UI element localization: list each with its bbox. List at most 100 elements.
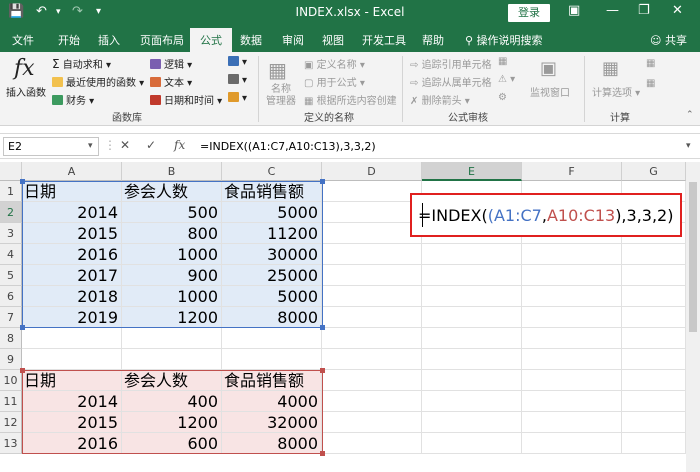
range-resize-handle[interactable] [320,179,325,184]
cell-a4[interactable]: 2016 [22,244,122,265]
select-all-corner[interactable] [0,162,22,181]
cancel-icon[interactable]: ✕ [120,138,130,152]
column-header-e[interactable]: E [422,162,522,181]
cell-a6[interactable]: 2018 [22,286,122,307]
cell-b1[interactable]: 参会人数 [122,181,222,202]
cell-b4[interactable]: 1000 [122,244,222,265]
logical-button[interactable]: 逻辑 ▾ [150,56,192,71]
minimize-icon[interactable]: — [606,3,619,18]
column-header-d[interactable]: D [322,162,422,181]
cell-g7[interactable] [622,307,686,328]
cell-g5[interactable] [622,265,686,286]
calc-sheet-icon[interactable]: ▦ [646,78,655,89]
range-resize-handle[interactable] [20,368,25,373]
cell-e4[interactable] [422,244,522,265]
cell-c4[interactable]: 30000 [222,244,322,265]
row-header-4[interactable]: 4 [0,244,22,265]
formula-edit-highlight[interactable]: =INDEX((A1:C7,A10:C13),3,3,2) [410,193,682,237]
cell-d7[interactable] [322,307,422,328]
cell-c11[interactable]: 4000 [222,391,322,412]
column-header-f[interactable]: F [522,162,622,181]
cell-a5[interactable]: 2017 [22,265,122,286]
more-functions-button[interactable]: ▾ [228,92,247,104]
cell-a2[interactable]: 2014 [22,202,122,223]
cell-f11[interactable] [522,391,622,412]
cell-a8[interactable] [22,328,122,349]
close-icon[interactable]: ✕ [672,3,683,18]
cell-c1[interactable]: 食品销售额 [222,181,322,202]
cell-a7[interactable]: 2019 [22,307,122,328]
tab-file[interactable]: 文件 [12,32,34,48]
cell-e13[interactable] [422,433,522,454]
cell-g9[interactable] [622,349,686,370]
define-name-button[interactable]: ▣ 定义名称 ▾ [304,56,365,71]
math-button[interactable]: ▾ [228,74,247,86]
cell-e7[interactable] [422,307,522,328]
column-header-c[interactable]: C [222,162,322,181]
range-resize-handle[interactable] [320,325,325,330]
cell-e10[interactable] [422,370,522,391]
remove-arrows-button[interactable]: ✗ 删除箭头 ▾ [410,92,470,107]
fx-icon[interactable]: fx [14,56,35,81]
tab-review[interactable]: 审阅 [282,32,304,48]
cell-c10[interactable]: 食品销售额 [222,370,322,391]
enter-icon[interactable]: ✓ [146,138,156,152]
cell-b2[interactable]: 500 [122,202,222,223]
cell-d6[interactable] [322,286,422,307]
insert-function-icon[interactable]: fx [174,138,185,152]
cell-g4[interactable] [622,244,686,265]
restore-icon[interactable]: ❐ [638,3,650,18]
cell-b9[interactable] [122,349,222,370]
cell-b10[interactable]: 参会人数 [122,370,222,391]
cell-d8[interactable] [322,328,422,349]
cell-c2[interactable]: 5000 [222,202,322,223]
cell-g11[interactable] [622,391,686,412]
cell-b13[interactable]: 600 [122,433,222,454]
recent-functions-button[interactable]: 最近使用的函数 ▾ [52,74,144,89]
date-time-button[interactable]: 日期和时间 ▾ [150,92,222,107]
cell-f10[interactable] [522,370,622,391]
row-header-8[interactable]: 8 [0,328,22,349]
calculation-options-button[interactable]: 计算选项 ▾ [592,84,640,99]
cell-b11[interactable]: 400 [122,391,222,412]
trace-precedents-button[interactable]: ⇨ 追踪引用单元格 [410,56,492,71]
tab-developer[interactable]: 开发工具 [362,32,406,48]
cell-c6[interactable]: 5000 [222,286,322,307]
row-header-13[interactable]: 13 [0,433,22,454]
evaluate-formula-icon[interactable]: ⚙ [498,92,507,103]
cell-g6[interactable] [622,286,686,307]
cell-g10[interactable] [622,370,686,391]
cell-b3[interactable]: 800 [122,223,222,244]
cell-d10[interactable] [322,370,422,391]
tab-help[interactable]: 帮助 [422,32,444,48]
cell-a3[interactable]: 2015 [22,223,122,244]
cell-a10[interactable]: 日期 [22,370,122,391]
row-header-6[interactable]: 6 [0,286,22,307]
cell-b5[interactable]: 900 [122,265,222,286]
name-box-dropdown-icon[interactable]: ▾ [88,141,93,151]
cell-a1[interactable]: 日期 [22,181,122,202]
cell-b12[interactable]: 1200 [122,412,222,433]
cell-f8[interactable] [522,328,622,349]
cell-c12[interactable]: 32000 [222,412,322,433]
cell-d1[interactable] [322,181,422,202]
column-header-b[interactable]: B [122,162,222,181]
calc-now-icon[interactable]: ▦ [646,58,655,69]
lookup-button[interactable]: ▾ [228,56,247,68]
cell-a9[interactable] [22,349,122,370]
cell-f4[interactable] [522,244,622,265]
row-header-10[interactable]: 10 [0,370,22,391]
cell-d9[interactable] [322,349,422,370]
cell-f13[interactable] [522,433,622,454]
scrollbar-thumb[interactable] [689,182,697,332]
cell-f6[interactable] [522,286,622,307]
cell-c7[interactable]: 8000 [222,307,322,328]
cell-e11[interactable] [422,391,522,412]
name-box[interactable]: E2 [3,137,99,156]
row-header-9[interactable]: 9 [0,349,22,370]
cell-c5[interactable]: 25000 [222,265,322,286]
cell-d3[interactable] [322,223,422,244]
tab-data[interactable]: 数据 [240,32,262,48]
range-resize-handle[interactable] [320,451,325,456]
cell-f9[interactable] [522,349,622,370]
